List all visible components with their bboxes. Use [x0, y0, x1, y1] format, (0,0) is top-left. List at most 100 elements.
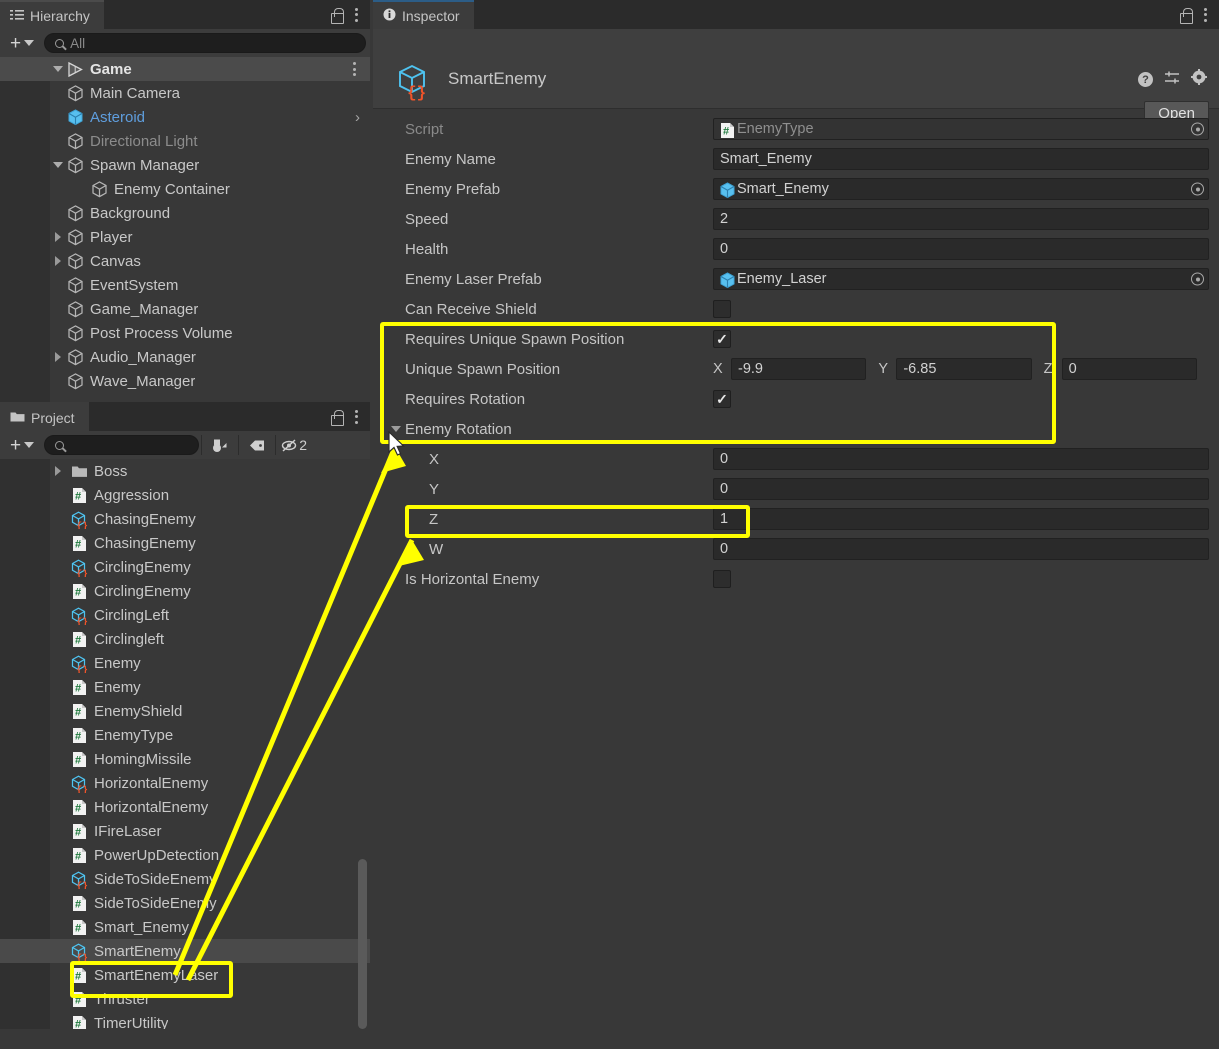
project-item[interactable]: # Aggression [0, 483, 370, 507]
kebab-menu-icon[interactable] [353, 6, 360, 24]
property-input-speed[interactable]: 2 [713, 208, 1209, 230]
project-item[interactable]: Boss [0, 459, 370, 483]
hierarchy-item-main-camera[interactable]: Main Camera [0, 81, 370, 105]
object-picker-icon[interactable] [1191, 122, 1204, 136]
property-input-enemy-name[interactable]: Smart_Enemy [713, 148, 1209, 170]
project-item[interactable]: # Thruster [0, 987, 370, 1011]
project-item[interactable]: {} ChasingEnemy [0, 507, 370, 531]
project-item[interactable]: # HorizontalEnemy [0, 795, 370, 819]
tab-inspector[interactable]: Inspector [373, 0, 474, 29]
hierarchy-add-button[interactable]: + [4, 32, 40, 54]
hierarchy-item-wave-manager[interactable]: Wave_Manager [0, 369, 370, 393]
hierarchy-item-audio-manager[interactable]: Audio_Manager [0, 345, 370, 369]
project-item[interactable]: # IFireLaser [0, 819, 370, 843]
help-icon[interactable]: ? [1138, 72, 1153, 87]
project-item-label: Aggression [94, 486, 170, 504]
project-item[interactable]: {} Enemy [0, 651, 370, 675]
twisty-toggle[interactable] [50, 352, 66, 362]
property-checkbox-requires-rotation[interactable] [713, 390, 731, 408]
vector-y-input[interactable]: -6.85 [896, 358, 1032, 380]
project-item[interactable]: # Circlingleft [0, 627, 370, 651]
hierarchy-item-enemy-container[interactable]: Enemy Container [0, 177, 370, 201]
project-item[interactable]: # Enemy [0, 675, 370, 699]
property-input-x[interactable]: 0 [713, 448, 1209, 470]
project-item[interactable]: # SmartEnemyLaser [0, 963, 370, 987]
twisty-toggle[interactable] [50, 466, 66, 476]
project-item[interactable]: # TimerUtility [0, 1011, 370, 1029]
object-picker-icon[interactable] [1191, 182, 1204, 196]
svg-text:#: # [75, 490, 81, 502]
hidden-packages-count: 2 [299, 437, 307, 453]
twisty-toggle[interactable] [50, 162, 66, 168]
lock-icon[interactable] [330, 7, 344, 24]
hierarchy-tree[interactable]: Game Main Camera Asteroid › Directional Lig… [0, 57, 370, 402]
prefab-open-chevron-icon[interactable]: › [355, 109, 360, 126]
property-object-field-enemy-laser-prefab[interactable]: Enemy_Laser [713, 268, 1209, 290]
project-item[interactable]: # CirclingEnemy [0, 579, 370, 603]
property-checkbox-requires-unique-spawn-position[interactable] [713, 330, 731, 348]
project-item[interactable]: # EnemyType [0, 723, 370, 747]
hierarchy-item-spawn-manager[interactable]: Spawn Manager [0, 153, 370, 177]
project-tree[interactable]: Boss # Aggression {} ChasingEnemy # ChasingEne… [0, 459, 370, 1029]
cs-script-icon: # [70, 798, 89, 817]
chevron-down-icon [24, 40, 35, 46]
cs-script-icon: # [70, 702, 89, 721]
project-item[interactable]: {} SideToSideEnemy [0, 867, 370, 891]
project-item-label: CirclingEnemy [94, 582, 191, 600]
vector-x-input[interactable]: -9.9 [731, 358, 867, 380]
foldout-triangle-icon[interactable] [391, 426, 401, 432]
project-item-selected[interactable]: {} SmartEnemy [0, 939, 370, 963]
scene-twisty[interactable] [50, 66, 66, 72]
project-item[interactable]: # ChasingEnemy [0, 531, 370, 555]
type-filter-icon[interactable] [204, 434, 236, 456]
property-input-w[interactable]: 0 [713, 538, 1209, 560]
property-value: 0 [720, 481, 729, 497]
hierarchy-item-canvas[interactable]: Canvas [0, 249, 370, 273]
project-add-button[interactable]: + [4, 434, 40, 456]
property-object-field-script[interactable]: # EnemyType [713, 118, 1209, 140]
inspector-lock-icon[interactable] [1179, 7, 1193, 24]
hierarchy-item-directional-light[interactable]: Directional Light [0, 129, 370, 153]
twisty-toggle[interactable] [50, 256, 66, 266]
property-input-y[interactable]: 0 [713, 478, 1209, 500]
hierarchy-item-eventsystem[interactable]: EventSystem [0, 273, 370, 297]
gear-icon[interactable] [1191, 69, 1207, 90]
project-item[interactable]: {} CirclingEnemy [0, 555, 370, 579]
tab-hierarchy[interactable]: Hierarchy [0, 0, 104, 29]
hierarchy-item-post-process-volume[interactable]: Post Process Volume [0, 321, 370, 345]
vector-z-label: Z [1043, 361, 1053, 377]
project-item-label: Thruster [94, 990, 150, 1008]
vector-z-input[interactable]: 0 [1061, 358, 1197, 380]
project-item[interactable]: {} CirclingLeft [0, 603, 370, 627]
hierarchy-scene-row[interactable]: Game [0, 57, 370, 81]
object-picker-icon[interactable] [1191, 272, 1204, 286]
project-item[interactable]: # HomingMissile [0, 747, 370, 771]
tab-project[interactable]: Project [0, 402, 89, 431]
hidden-packages-filter-icon[interactable]: 2 [278, 434, 310, 456]
project-item[interactable]: # SideToSideEnemy [0, 891, 370, 915]
svg-text:{}: {} [77, 520, 88, 529]
label-filter-icon[interactable] [241, 434, 273, 456]
project-item[interactable]: # Smart_Enemy [0, 915, 370, 939]
project-kebab-menu-icon[interactable] [353, 408, 360, 426]
hierarchy-item-asteroid[interactable]: Asteroid › [0, 105, 370, 129]
scene-kebab-menu-icon[interactable] [351, 60, 358, 78]
twisty-toggle[interactable] [50, 232, 66, 242]
hierarchy-item-game-manager[interactable]: Game_Manager [0, 297, 370, 321]
project-search-input[interactable] [44, 435, 200, 455]
project-item[interactable]: {} HorizontalEnemy [0, 771, 370, 795]
project-item[interactable]: # EnemyShield [0, 699, 370, 723]
project-scrollbar[interactable] [358, 859, 367, 1029]
project-lock-icon[interactable] [330, 409, 344, 426]
preset-icon[interactable] [1164, 70, 1180, 90]
hierarchy-item-player[interactable]: Player [0, 225, 370, 249]
property-input-health[interactable]: 0 [713, 238, 1209, 260]
hierarchy-item-background[interactable]: Background [0, 201, 370, 225]
inspector-kebab-menu-icon[interactable] [1202, 6, 1209, 24]
property-input-z[interactable]: 1 [713, 508, 1209, 530]
property-checkbox-is-horizontal-enemy[interactable] [713, 570, 731, 588]
property-checkbox-can-receive-shield[interactable] [713, 300, 731, 318]
project-item[interactable]: # PowerUpDetection [0, 843, 370, 867]
property-object-field-enemy-prefab[interactable]: Smart_Enemy [713, 178, 1209, 200]
hierarchy-search-input[interactable]: All [44, 33, 366, 53]
